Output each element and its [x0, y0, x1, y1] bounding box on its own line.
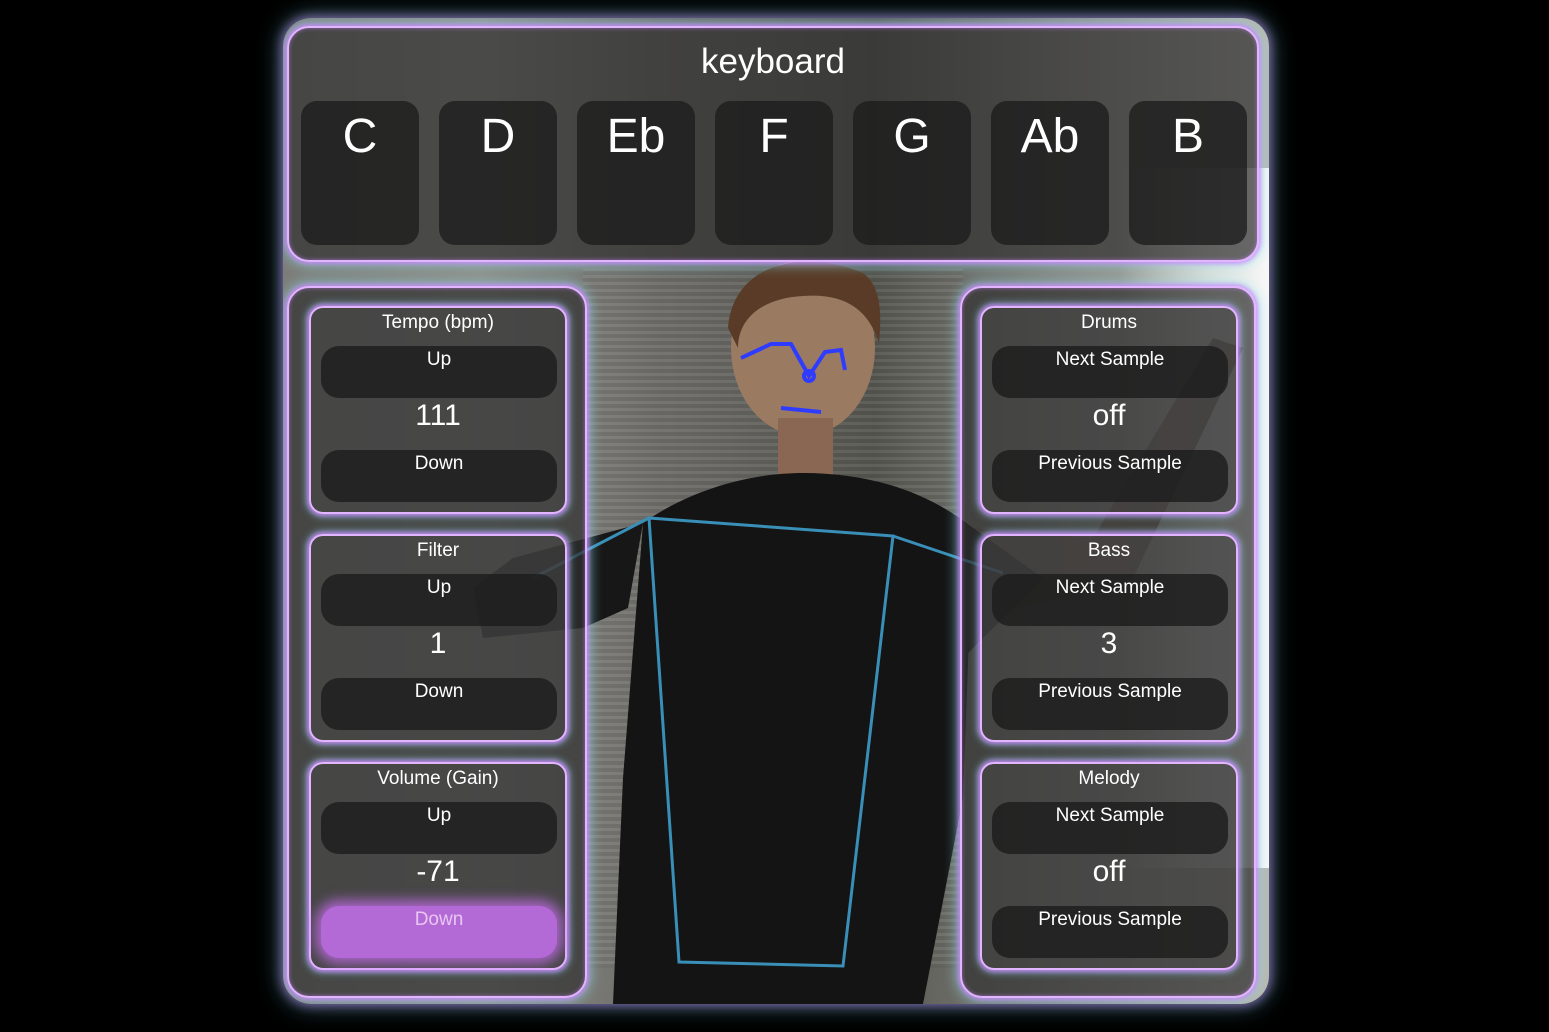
- melody-title: Melody: [1078, 768, 1140, 789]
- tempo-up-button[interactable]: Up: [321, 346, 557, 398]
- bass-title: Bass: [1087, 540, 1131, 561]
- key-ab[interactable]: Ab: [991, 101, 1109, 245]
- key-c[interactable]: C: [301, 101, 419, 245]
- key-eb[interactable]: Eb: [577, 101, 695, 245]
- volume-value: -71: [416, 855, 460, 888]
- filter-control: Filter Up 1 Down: [309, 534, 567, 742]
- keyboard-title: keyboard: [701, 42, 845, 81]
- webcam-stage: keyboard C D Eb F G Ab B Tempo (bpm) Up …: [283, 18, 1269, 1004]
- left-control-column: Tempo (bpm) Up 111 Down Filter Up 1 Down…: [287, 286, 587, 998]
- key-b[interactable]: B: [1129, 101, 1247, 245]
- drums-next-sample-button[interactable]: Next Sample: [992, 346, 1228, 398]
- bass-control: Bass Next Sample 3 Previous Sample: [980, 534, 1238, 742]
- tempo-title: Tempo (bpm): [382, 312, 494, 333]
- filter-down-button[interactable]: Down: [321, 678, 557, 730]
- right-control-column: Drums Next Sample off Previous Sample Ba…: [960, 286, 1256, 998]
- tempo-value: 111: [415, 399, 461, 432]
- tempo-control: Tempo (bpm) Up 111 Down: [309, 306, 567, 514]
- volume-down-button[interactable]: Down: [321, 906, 557, 958]
- key-f[interactable]: F: [715, 101, 833, 245]
- melody-value: off: [1092, 855, 1126, 888]
- bass-previous-sample-button[interactable]: Previous Sample: [992, 678, 1228, 730]
- filter-value: 1: [429, 627, 447, 660]
- drums-value: off: [1092, 399, 1126, 432]
- keyboard-panel: keyboard C D Eb F G Ab B: [287, 26, 1259, 262]
- bass-next-sample-button[interactable]: Next Sample: [992, 574, 1228, 626]
- key-g[interactable]: G: [853, 101, 971, 245]
- melody-next-sample-button[interactable]: Next Sample: [992, 802, 1228, 854]
- filter-up-button[interactable]: Up: [321, 574, 557, 626]
- volume-up-button[interactable]: Up: [321, 802, 557, 854]
- tempo-down-button[interactable]: Down: [321, 450, 557, 502]
- melody-control: Melody Next Sample off Previous Sample: [980, 762, 1238, 970]
- melody-previous-sample-button[interactable]: Previous Sample: [992, 906, 1228, 958]
- filter-title: Filter: [416, 540, 460, 561]
- drums-title: Drums: [1081, 312, 1137, 333]
- bass-value: 3: [1100, 627, 1118, 660]
- volume-control: Volume (Gain) Up -71 Down: [309, 762, 567, 970]
- key-d[interactable]: D: [439, 101, 557, 245]
- volume-title: Volume (Gain): [377, 768, 499, 789]
- drums-control: Drums Next Sample off Previous Sample: [980, 306, 1238, 514]
- drums-previous-sample-button[interactable]: Previous Sample: [992, 450, 1228, 502]
